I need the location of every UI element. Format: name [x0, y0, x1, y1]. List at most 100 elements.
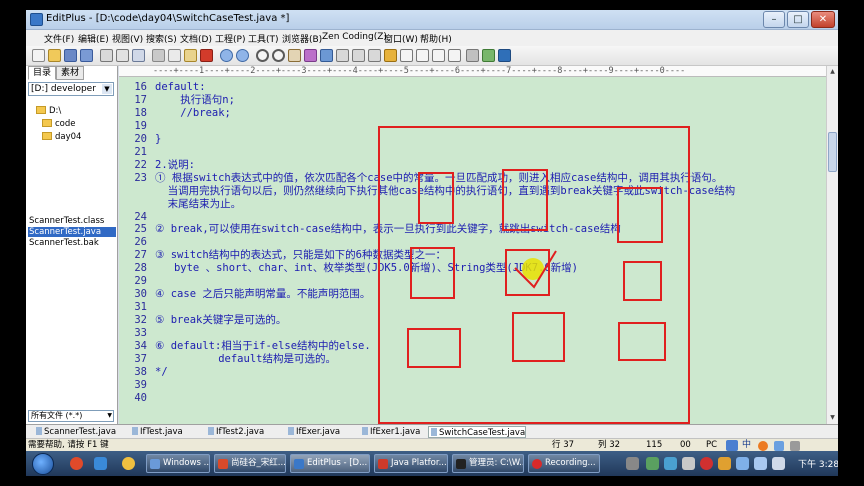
output-window-icon[interactable]: [384, 49, 397, 62]
menu-project[interactable]: 工程(P): [215, 32, 245, 45]
scroll-down-icon[interactable]: ▼: [828, 413, 837, 422]
taskbar-clock[interactable]: 下午 3:28: [798, 457, 838, 470]
maximize-button[interactable]: □: [787, 11, 809, 28]
tray-app-icon[interactable]: [646, 457, 659, 470]
tray-usb-icon[interactable]: [682, 457, 695, 470]
scroll-up-icon[interactable]: ▲: [828, 67, 837, 76]
full-screen-icon[interactable]: [448, 49, 461, 62]
undo-icon[interactable]: [220, 49, 233, 62]
find-next-icon[interactable]: [272, 49, 285, 62]
desktop-screen: EditPlus - [D:\code\day04\SwitchCaseTest…: [26, 10, 838, 476]
browser-icon[interactable]: [432, 49, 445, 62]
java-file-icon: [36, 427, 42, 435]
line-number-icon[interactable]: [352, 49, 365, 62]
paste-icon[interactable]: [184, 49, 197, 62]
redo-icon[interactable]: [236, 49, 249, 62]
file-item-selected[interactable]: ScannerTest.java: [28, 227, 116, 237]
chrome-quicklaunch-icon[interactable]: [122, 457, 135, 470]
scrollbar-thumb[interactable]: [828, 132, 837, 172]
line-number: 28: [134, 262, 147, 275]
chevron-down-icon[interactable]: ▼: [107, 411, 112, 421]
line-number: 38: [134, 365, 147, 378]
word-wrap-icon[interactable]: [320, 49, 333, 62]
doc-tab[interactable]: IfExer1.java: [360, 426, 420, 438]
task-windows[interactable]: Windows ...: [146, 454, 210, 473]
whitespace-icon[interactable]: [368, 49, 381, 62]
menu-tools[interactable]: 工具(T): [248, 32, 279, 45]
tray-ime-icon[interactable]: [626, 457, 639, 470]
task-recording[interactable]: Recording...: [528, 454, 600, 473]
ruler-icon[interactable]: [336, 49, 349, 62]
delete-icon[interactable]: [200, 49, 213, 62]
spellcheck-icon[interactable]: [132, 49, 145, 62]
task-java-platform[interactable]: Java Platfor...: [374, 454, 448, 473]
print-preview-icon[interactable]: [116, 49, 129, 62]
cut-icon[interactable]: [152, 49, 165, 62]
task-atguigu[interactable]: 尚硅谷_宋红...: [214, 454, 286, 473]
chevron-down-icon[interactable]: ▼: [102, 84, 112, 94]
open-folder-icon[interactable]: [48, 49, 61, 62]
ime-keyboard-icon[interactable]: [774, 441, 784, 451]
tree-item-drive[interactable]: D:\: [36, 106, 61, 116]
doc-tab[interactable]: ScannerTest.java: [34, 426, 116, 438]
file-item[interactable]: ScannerTest.bak: [28, 238, 116, 248]
tree-item-code[interactable]: code: [42, 119, 76, 129]
menu-browser[interactable]: 浏览器(B): [282, 32, 322, 45]
ime-punct-icon[interactable]: [758, 441, 768, 451]
find-icon[interactable]: [256, 49, 269, 62]
doc-tab-active[interactable]: SwitchCaseTest.java: [428, 426, 527, 438]
tab-directory[interactable]: 目录: [28, 66, 57, 80]
tray-volume-icon[interactable]: [754, 457, 767, 470]
replace-icon[interactable]: [288, 49, 301, 62]
save-icon[interactable]: [64, 49, 77, 62]
doc-tab[interactable]: IfExer.java: [286, 426, 340, 438]
directory-window-icon[interactable]: [416, 49, 429, 62]
app-quicklaunch-icon[interactable]: [94, 457, 107, 470]
print-icon[interactable]: [100, 49, 113, 62]
menu-zen-coding[interactable]: Zen Coding(Z): [322, 32, 387, 42]
font-icon[interactable]: [304, 49, 317, 62]
task-cmd[interactable]: 管理员: C:\W...: [452, 454, 524, 473]
code-text: default结构是可选的。: [155, 352, 336, 365]
doc-tab[interactable]: IfTest2.java: [206, 426, 264, 438]
menu-help[interactable]: 帮助(H): [420, 32, 452, 45]
menu-view[interactable]: 视图(V): [112, 32, 143, 45]
menu-window[interactable]: 窗口(W): [384, 32, 418, 45]
tray-security-icon[interactable]: [718, 457, 731, 470]
task-editplus[interactable]: EditPlus - [D...: [290, 454, 370, 473]
run-icon[interactable]: [482, 49, 495, 62]
new-file-icon[interactable]: [32, 49, 45, 62]
ime-icon[interactable]: [726, 440, 738, 451]
ime-settings-icon[interactable]: [790, 441, 800, 451]
browser-quicklaunch-icon[interactable]: [70, 457, 83, 470]
minimize-button[interactable]: –: [763, 11, 785, 28]
drive-select[interactable]: [D:] developer ▼: [28, 82, 114, 96]
vertical-scrollbar[interactable]: ▲ ▼: [826, 66, 838, 424]
code-text: default:: [155, 81, 206, 93]
menu-edit[interactable]: 编辑(E): [78, 32, 109, 45]
menu-document[interactable]: 文档(D): [180, 32, 212, 45]
copy-icon[interactable]: [168, 49, 181, 62]
file-item[interactable]: ScannerTest.class: [28, 216, 116, 226]
title-bar[interactable]: EditPlus - [D:\code\day04\SwitchCaseTest…: [26, 10, 838, 30]
tray-qq-icon[interactable]: [664, 457, 677, 470]
save-all-icon[interactable]: [80, 49, 93, 62]
menu-file[interactable]: 文件(F): [44, 32, 74, 45]
cliptext-icon[interactable]: [400, 49, 413, 62]
doc-tab[interactable]: IfTest.java: [130, 426, 183, 438]
tab-cliptext[interactable]: 素材: [56, 66, 85, 80]
close-button[interactable]: ✕: [811, 11, 835, 28]
preferences-icon[interactable]: [466, 49, 479, 62]
menu-search[interactable]: 搜索(S): [146, 32, 177, 45]
line-number: 19: [134, 119, 147, 132]
tree-item-day04[interactable]: day04: [42, 132, 81, 142]
task-label: 管理员: C:\W...: [469, 458, 524, 468]
tray-record-icon[interactable]: [700, 457, 713, 470]
help-icon[interactable]: [498, 49, 511, 62]
tray-power-icon[interactable]: [772, 457, 785, 470]
code-editor[interactable]: ----+----1----+----2----+----3----+----4…: [119, 66, 826, 424]
file-filter-select[interactable]: 所有文件 (*.*) ▼: [28, 410, 114, 422]
tray-network-icon[interactable]: [736, 457, 749, 470]
code-text: }: [155, 132, 162, 145]
start-button[interactable]: [32, 453, 54, 475]
